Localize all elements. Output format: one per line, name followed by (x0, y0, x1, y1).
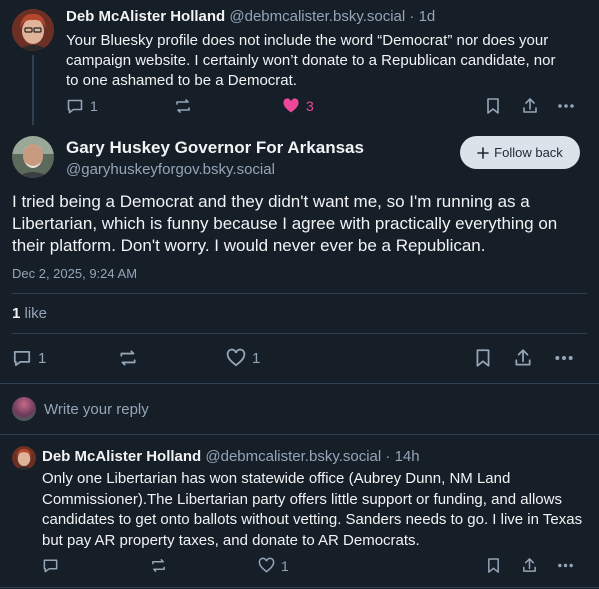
like-count: 1 (252, 349, 261, 367)
share-button[interactable] (521, 557, 538, 574)
my-avatar (12, 397, 36, 421)
divider (0, 434, 599, 435)
like-count: 3 (306, 98, 314, 114)
share-button[interactable] (513, 348, 533, 368)
like-button[interactable]: 1 (226, 348, 260, 368)
divider (12, 333, 587, 334)
reply-count: 1 (38, 349, 47, 367)
author-name[interactable]: Gary Huskey Governor For Arkansas (66, 138, 364, 158)
post-header: Deb McAlister Holland @debmcalister.bsky… (66, 8, 435, 25)
author-name[interactable]: Deb McAlister Holland (42, 448, 201, 465)
share-icon (523, 558, 536, 572)
more-dots-icon (555, 356, 573, 360)
more-options-button[interactable] (554, 348, 574, 368)
bookmark-icon (488, 558, 499, 573)
reply-icon (67, 99, 83, 114)
like-button[interactable]: 1 (258, 557, 289, 574)
avatar[interactable] (12, 446, 36, 470)
avatar[interactable] (12, 9, 54, 51)
bookmark-icon (476, 349, 490, 367)
profile-photo-icon (12, 136, 54, 178)
heart-filled-icon (283, 98, 299, 113)
reply-placeholder[interactable]: Write your reply (44, 401, 149, 418)
author-handle[interactable]: @debmcalister.bsky.social (205, 448, 381, 465)
post-text: Your Bluesky profile does not include th… (66, 32, 556, 89)
repost-icon (176, 99, 190, 113)
post-time[interactable]: · 14h (385, 448, 419, 465)
repost-icon (152, 559, 165, 572)
reply-button[interactable] (42, 557, 59, 574)
bookmark-button[interactable] (485, 97, 501, 115)
like-button[interactable]: 3 (282, 97, 314, 115)
share-icon (523, 98, 537, 113)
avatar[interactable] (12, 136, 54, 178)
like-count: 1 (281, 557, 289, 574)
divider (12, 293, 587, 294)
like-stats[interactable]: 1 like (12, 305, 47, 322)
repost-button[interactable] (174, 97, 192, 115)
repost-icon (120, 350, 136, 366)
bookmark-icon (487, 98, 499, 114)
reply-composer[interactable]: Write your reply (0, 384, 599, 434)
share-icon (515, 349, 531, 366)
heart-icon (258, 557, 275, 573)
reply-button[interactable]: 1 (66, 97, 98, 115)
repost-button[interactable] (118, 348, 138, 368)
reply-icon (13, 351, 31, 367)
author-name[interactable]: Deb McAlister Holland (66, 8, 225, 25)
post-text: I tried being a Democrat and they didn't… (12, 192, 558, 255)
share-button[interactable] (521, 97, 539, 115)
more-dots-icon (558, 563, 573, 568)
like-stat-label: like (24, 305, 48, 322)
post-header: Deb McAlister Holland @debmcalister.bsky… (42, 448, 420, 465)
profile-photo-icon (12, 446, 36, 470)
follow-back-button[interactable]: Follow back (460, 136, 580, 169)
plus-icon (477, 146, 489, 159)
divider (0, 587, 599, 588)
heart-icon (226, 348, 246, 367)
more-dots-icon (558, 104, 574, 108)
author-handle[interactable]: @garyhuskeyforgov.bsky.social (66, 161, 275, 178)
thread-line (32, 55, 34, 125)
reply-icon (43, 559, 58, 573)
bookmark-button[interactable] (474, 348, 492, 368)
like-stat-count: 1 (12, 305, 21, 322)
reply-button[interactable]: 1 (12, 348, 46, 368)
repost-button[interactable] (150, 557, 167, 574)
more-options-button[interactable] (557, 557, 574, 574)
bookmark-button[interactable] (486, 557, 501, 574)
profile-photo-icon (12, 9, 54, 51)
reply-count: 1 (90, 98, 98, 114)
more-options-button[interactable] (557, 97, 575, 115)
post-timestamp[interactable]: Dec 2, 2025, 9:24 AM (12, 266, 137, 281)
post-text: Only one Libertarian has won statewide o… (42, 470, 583, 549)
post-time[interactable]: · 1d (409, 8, 435, 25)
follow-back-label: Follow back (494, 145, 563, 160)
author-handle[interactable]: @debmcalister.bsky.social (229, 8, 405, 25)
